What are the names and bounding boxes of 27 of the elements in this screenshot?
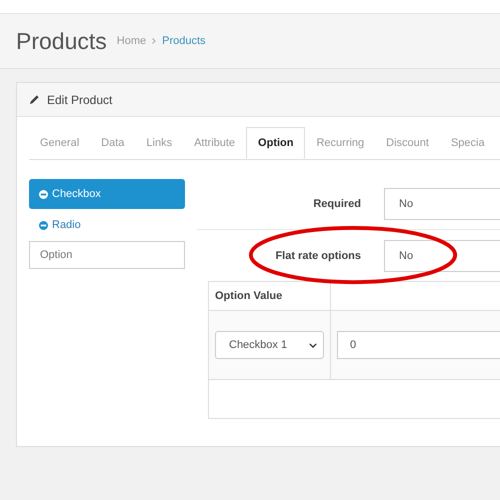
tab[interactable]: Data bbox=[90, 127, 136, 159]
minus-circle-icon bbox=[39, 220, 48, 230]
quantity-input-field[interactable]: 0 bbox=[337, 331, 500, 359]
tab[interactable]: Specia bbox=[440, 127, 496, 159]
tab[interactable]: General bbox=[29, 127, 90, 159]
breadcrumb-separator-icon bbox=[152, 38, 156, 44]
field-label: Required bbox=[312, 198, 362, 210]
column-header: Option Value bbox=[209, 282, 331, 310]
breadcrumb-link[interactable]: Products bbox=[162, 35, 206, 47]
tab[interactable]: Discount bbox=[375, 127, 440, 159]
breadcrumb-link[interactable]: Home bbox=[116, 35, 146, 47]
page-title: Products bbox=[16, 28, 107, 54]
tab[interactable]: Option bbox=[246, 127, 306, 159]
tab[interactable]: Recurring bbox=[305, 127, 376, 159]
panel-title: Edit Product bbox=[47, 92, 112, 106]
select-field[interactable]: No bbox=[384, 188, 500, 220]
field-label: Flat rate options bbox=[274, 250, 362, 262]
option-list-item[interactable]: Checkbox bbox=[29, 179, 185, 209]
option-list-item[interactable]: Radio bbox=[29, 209, 185, 241]
tab[interactable]: Links bbox=[135, 127, 184, 159]
pencil-icon bbox=[29, 94, 40, 105]
option-input-field[interactable]: Option bbox=[29, 241, 185, 269]
select-field[interactable]: No bbox=[384, 240, 500, 272]
chevron-down-icon bbox=[309, 342, 317, 348]
option-value-select[interactable]: Checkbox 1 bbox=[215, 331, 324, 359]
tab[interactable]: Attribute bbox=[183, 127, 246, 159]
minus-circle-icon bbox=[39, 190, 48, 198]
